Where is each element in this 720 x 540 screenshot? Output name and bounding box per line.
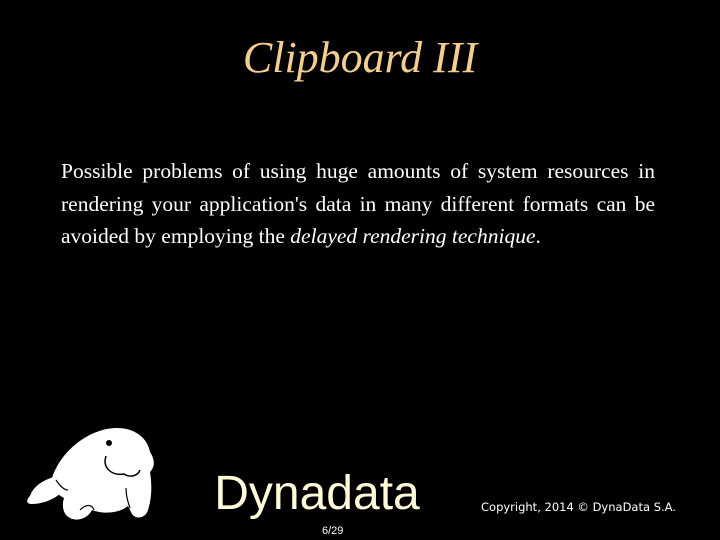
- body-emphasis-delayed-rendering: delayed rendering: [290, 224, 447, 248]
- copyright-notice: Copyright, 2014 © DynaData S.A.: [481, 500, 676, 514]
- brand-logo-text: Dynadata: [214, 467, 420, 520]
- page-number: 6/29: [322, 525, 344, 537]
- body-text-end: .: [535, 224, 541, 248]
- slide-body-text: Possible problems of using huge amounts …: [61, 155, 655, 253]
- body-emphasis-technique: technique: [451, 224, 536, 248]
- slide-title: Clipboard III: [242, 33, 478, 82]
- manatee-mascot-icon: [27, 428, 154, 520]
